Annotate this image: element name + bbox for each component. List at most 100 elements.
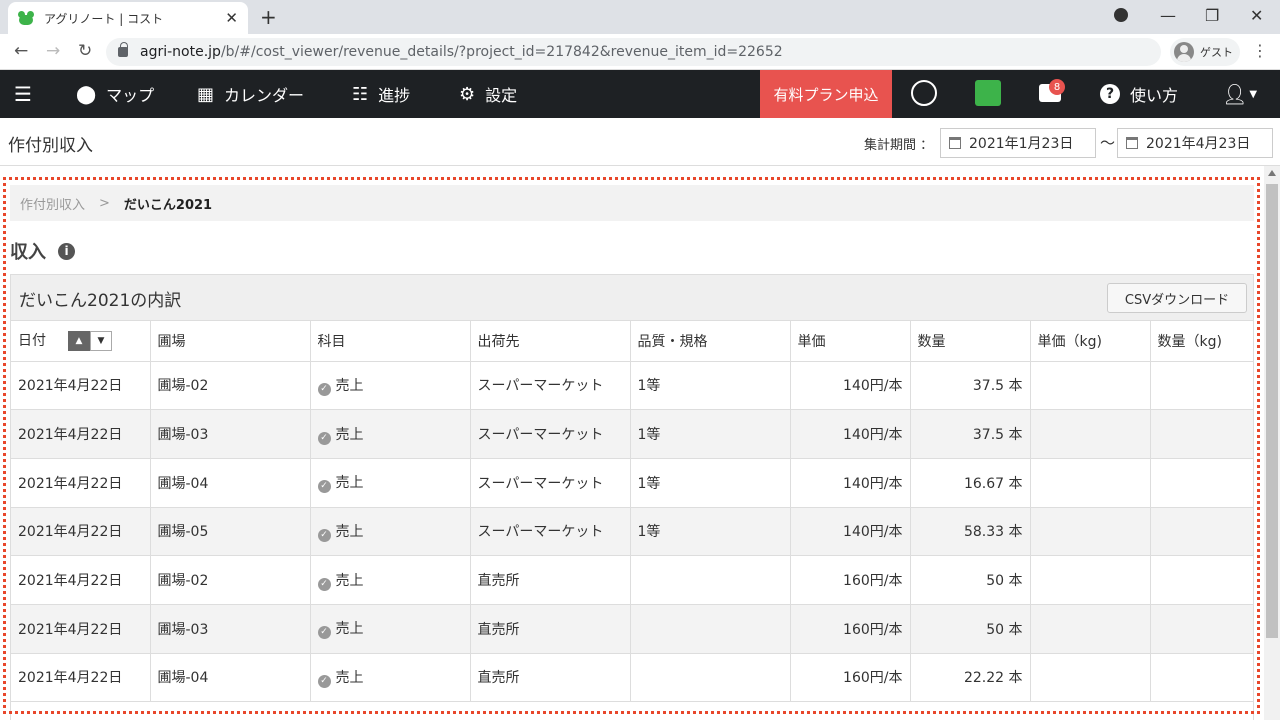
column-header-date[interactable]: 日付 ▲ ▼ (11, 321, 151, 362)
column-header-quantity-kg[interactable]: 数量（kg) (1150, 321, 1254, 362)
nav-help-label: 使い方 (1130, 86, 1179, 105)
reload-icon[interactable]: ↻ (78, 41, 92, 61)
breadcrumb-current: だいこん2021 (123, 197, 213, 213)
browser-menu-icon[interactable]: ⋮ (1252, 41, 1268, 60)
cell-price-kg (1030, 458, 1151, 508)
cell-item: ✓ 売上 (310, 653, 471, 703)
cell-item: ✓ 売上 (310, 604, 471, 654)
user-icon: 👤︎ (1222, 82, 1248, 106)
back-icon[interactable]: ← (14, 41, 28, 61)
cell-quantity-kg (1150, 458, 1254, 508)
cell-price-kg (1030, 409, 1151, 459)
browser-tab[interactable]: アグリノート | コスト ✕ (8, 2, 248, 34)
rice-icon[interactable] (911, 80, 937, 106)
cell-quantity-kg (1150, 361, 1254, 411)
cell-quantity-kg (1150, 409, 1254, 459)
cell-item: ✓ 売上 (310, 555, 471, 605)
cell-grade (630, 653, 791, 703)
end-date-field[interactable]: 2021年4月23日 (1117, 128, 1273, 158)
cell-item: ✓ 売上 (310, 361, 471, 411)
table-row[interactable]: 2021年4月22日 圃場-05 ✓ 売上 スーパーマーケット 1等 140円/本… (11, 507, 1254, 557)
cell-grade: 1等 (630, 409, 791, 459)
nav-help[interactable]: ? 使い方 (1100, 70, 1178, 118)
column-header-item[interactable]: 科目 (310, 321, 471, 362)
cell-date: 2021年4月22日 (11, 653, 151, 703)
column-header-quantity[interactable]: 数量 (910, 321, 1031, 362)
section-title: 収入 i (10, 238, 75, 264)
breadcrumb-parent[interactable]: 作付別収入 (20, 194, 85, 213)
cell-field: 圃場-03 (150, 604, 311, 654)
table-row[interactable]: 2021年4月22日 圃場-03 ✓ 売上 直売所 160円/本 50 本 (11, 604, 1254, 654)
column-header-field[interactable]: 圃場 (150, 321, 311, 362)
cell-field: 圃場-04 (150, 458, 311, 508)
cell-quantity: 22.22 本 (910, 653, 1031, 703)
nav-map-label: マップ (106, 86, 155, 105)
scroll-up-icon[interactable] (1268, 170, 1276, 176)
browser-toolbar: ← → ↻ agri-note.jp/b/#/cost_viewer/reven… (0, 34, 1280, 70)
calendar-icon (1126, 137, 1138, 149)
cell-price: 160円/本 (790, 604, 911, 654)
page-title: 作付別収入 (8, 136, 93, 156)
media-icon[interactable] (1114, 8, 1128, 22)
window-close-icon[interactable]: ✕ (1250, 6, 1263, 25)
user-menu[interactable]: 👤︎ ▼ (1222, 70, 1257, 118)
journal-icon[interactable] (975, 80, 1001, 106)
table-row[interactable]: 2021年4月22日 圃場-04 ✓ 売上 直売所 160円/本 22.22 本 (11, 653, 1254, 703)
minimize-icon[interactable]: — (1160, 6, 1176, 25)
sort-descending-icon[interactable]: ▼ (90, 331, 112, 352)
url-path: /b/#/cost_viewer/revenue_details/?projec… (220, 44, 783, 60)
table-header-row: 日付 ▲ ▼ 圃場 科目 出荷先 品質・規格 単価 数量 単価（kg) 数量（kg) (11, 321, 1254, 362)
table-row[interactable]: 2021年4月22日 圃場-03 ✓ 売上 スーパーマーケット 1等 140円/本… (11, 409, 1254, 459)
cell-field: 圃場-02 (150, 361, 311, 411)
cell-item-label: 売上 (335, 669, 364, 686)
cell-destination: スーパーマーケット (470, 409, 631, 459)
cell-quantity: 50 本 (910, 555, 1031, 605)
close-icon[interactable]: ✕ (225, 9, 238, 27)
scrollbar-thumb[interactable] (1266, 184, 1278, 638)
table-row[interactable]: 2021年4月22日 圃場-04 ✓ 売上 スーパーマーケット 1等 140円/本… (11, 458, 1254, 508)
nav-progress[interactable]: ☷ 進捗 (352, 70, 410, 118)
nav-calendar[interactable]: ▦ カレンダー (197, 70, 304, 118)
cell-field: 圃場-03 (150, 409, 311, 459)
period-label: 集計期間 ： (864, 138, 934, 153)
cell-price: 140円/本 (790, 361, 911, 411)
new-tab-icon[interactable]: + (260, 5, 277, 29)
table-row[interactable]: 2021年4月22日 圃場-02 ✓ 売上 スーパーマーケット 1等 140円/本… (11, 361, 1254, 411)
check-circle-icon: ✓ (317, 480, 331, 494)
breakdown-panel: だいこん2021の内訳 CSVダウンロード 日付 ▲ ▼ 圃場 科目 出荷先 品質・… (10, 274, 1254, 720)
nav-settings[interactable]: ⚙ 設定 (459, 70, 517, 118)
check-circle-icon: ✓ (317, 431, 331, 445)
calendar-icon: ▦ (197, 83, 215, 105)
cell-quantity-kg (1150, 555, 1254, 605)
paid-plan-button[interactable]: 有料プラン申込 (760, 70, 892, 118)
forward-icon[interactable]: → (46, 41, 60, 61)
cell-destination: 直売所 (470, 653, 631, 703)
cell-price-kg (1030, 361, 1151, 411)
column-header-price[interactable]: 単価 (790, 321, 911, 362)
browser-tab-bar: アグリノート | コスト ✕ + — ❐ ✕ (0, 0, 1280, 34)
column-header-grade[interactable]: 品質・規格 (630, 321, 791, 362)
nav-map[interactable]: ⬤ マップ (76, 70, 154, 118)
end-date-value: 2021年4月23日 (1146, 136, 1251, 152)
info-icon[interactable]: i (58, 242, 75, 260)
cell-grade: 1等 (630, 507, 791, 557)
sort-ascending-icon[interactable]: ▲ (68, 331, 90, 352)
csv-download-button[interactable]: CSVダウンロード (1107, 283, 1247, 313)
restore-icon[interactable]: ❐ (1205, 6, 1219, 25)
cell-grade (630, 604, 791, 654)
help-icon: ? (1100, 84, 1120, 104)
cell-date: 2021年4月22日 (11, 555, 151, 605)
cell-field: 圃場-02 (150, 555, 311, 605)
guest-avatar-icon (1174, 42, 1194, 62)
frog-favicon-icon (18, 11, 34, 25)
cell-price: 140円/本 (790, 507, 911, 557)
column-header-price-kg[interactable]: 単価（kg) (1030, 321, 1151, 362)
profile-button[interactable]: ゲスト (1170, 38, 1240, 66)
start-date-field[interactable]: 2021年1月23日 (940, 128, 1096, 158)
table-row[interactable]: 2021年4月22日 圃場-02 ✓ 売上 直売所 160円/本 50 本 (11, 555, 1254, 605)
cell-price-kg (1030, 507, 1151, 557)
column-header-destination[interactable]: 出荷先 (470, 321, 631, 362)
vertical-scrollbar[interactable] (1264, 166, 1280, 720)
address-bar[interactable]: agri-note.jp/b/#/cost_viewer/revenue_det… (106, 38, 1161, 66)
menu-toggle-button[interactable]: ☰ (14, 70, 42, 118)
